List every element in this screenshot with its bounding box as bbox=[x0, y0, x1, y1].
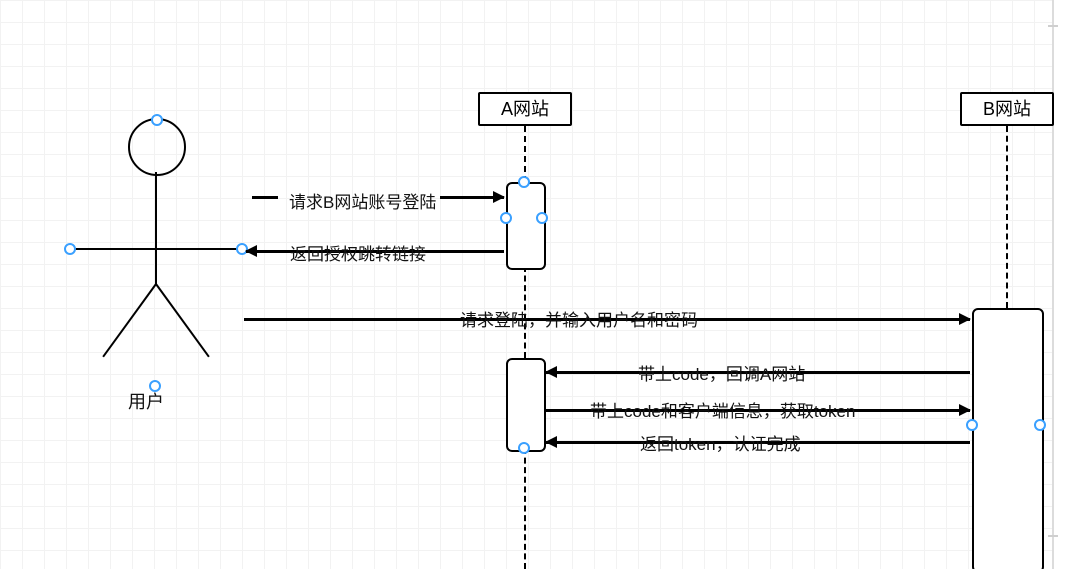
activation-a-2[interactable] bbox=[506, 358, 546, 452]
participant-b-label: B网站 bbox=[983, 99, 1031, 119]
message-label-m1: 请求B网站账号登陆 bbox=[289, 188, 436, 213]
message-label-m2: 返回授权跳转链接 bbox=[290, 240, 426, 265]
actor-user[interactable] bbox=[80, 118, 260, 378]
anchor-dot bbox=[1034, 419, 1046, 431]
participant-box-b[interactable]: B网站 bbox=[960, 92, 1054, 126]
anchor-dot bbox=[518, 442, 530, 454]
page-edge bbox=[1052, 0, 1080, 569]
anchor-dot bbox=[64, 243, 76, 255]
message-label-m6: 返回token，认证完成 bbox=[640, 430, 801, 455]
anchor-dot bbox=[500, 212, 512, 224]
diagram-canvas[interactable]: A网站 B网站 用户 请求B网站账号登陆 返回授权跳转链接 请求登陆，并输入用户… bbox=[0, 0, 1080, 569]
anchor-dot bbox=[518, 176, 530, 188]
activation-b-1[interactable] bbox=[972, 308, 1044, 569]
message-label-m4: 带上code，回调A网站 bbox=[638, 360, 805, 385]
lifeline-b bbox=[1006, 126, 1008, 308]
participant-a-label: A网站 bbox=[501, 99, 549, 119]
activation-a-1[interactable] bbox=[506, 182, 546, 270]
anchor-dot bbox=[536, 212, 548, 224]
lifeline-a bbox=[524, 126, 526, 182]
anchor-dot bbox=[151, 114, 163, 126]
actor-user-label: 用户 bbox=[128, 388, 164, 414]
message-lead-tick bbox=[252, 196, 278, 199]
lifeline-a bbox=[524, 448, 526, 569]
anchor-dot bbox=[966, 419, 978, 431]
message-label-m3: 请求登陆，并输入用户名和密码 bbox=[460, 306, 698, 331]
message-label-m5: 带上code和客户端信息，获取token bbox=[590, 397, 855, 422]
participant-box-a[interactable]: A网站 bbox=[478, 92, 572, 126]
